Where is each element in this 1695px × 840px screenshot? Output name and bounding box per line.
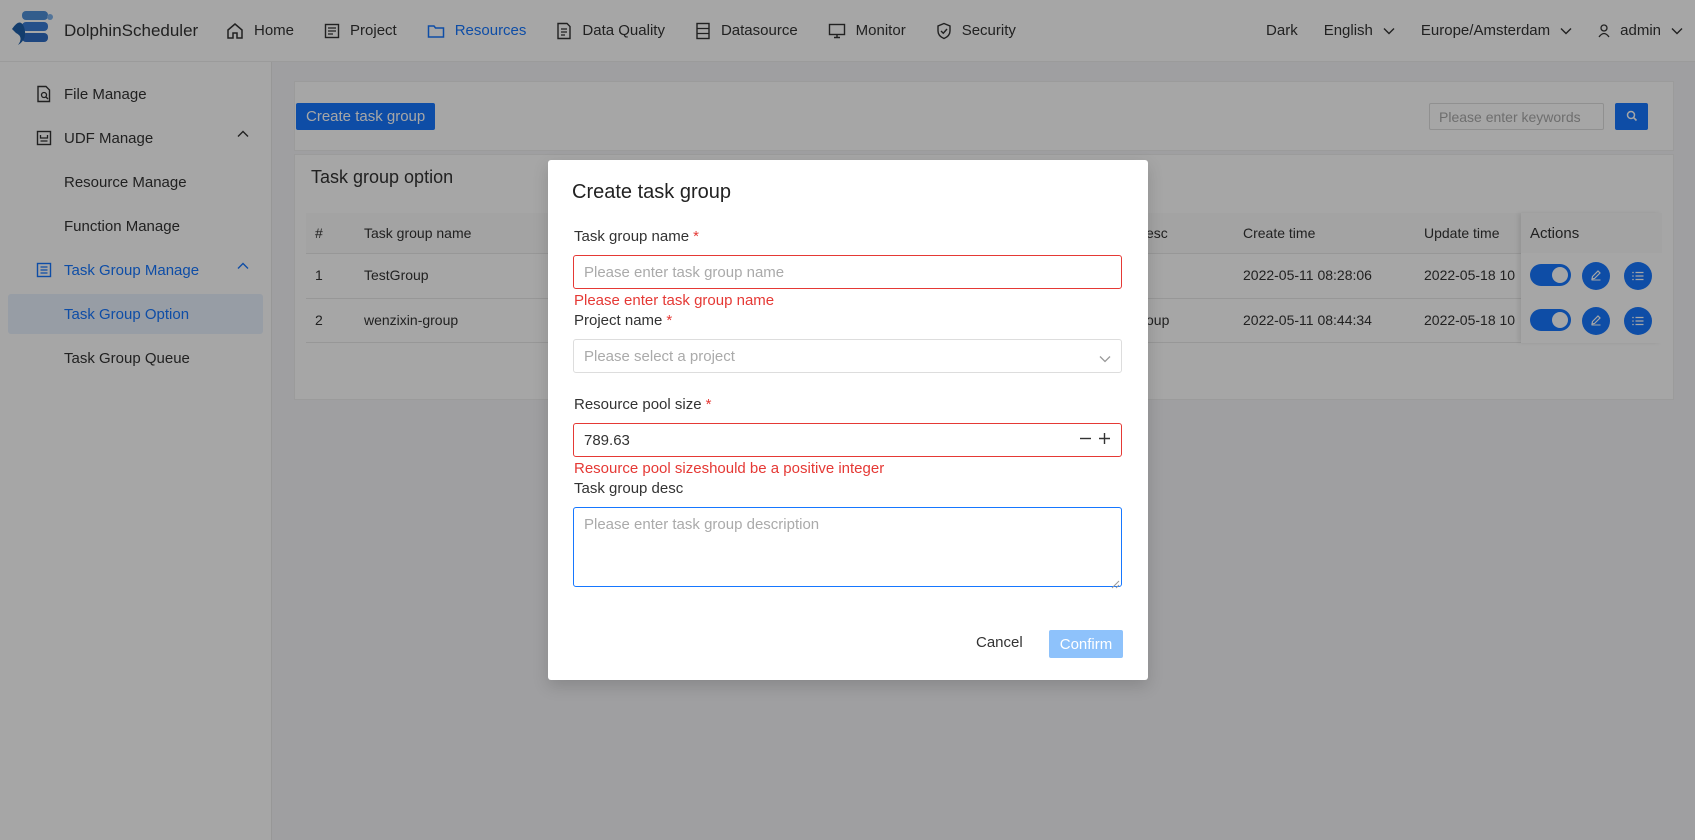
required-mark: * xyxy=(693,228,699,245)
resource-pool-size-error: Resource pool sizeshould be a positive i… xyxy=(574,460,885,477)
minus-icon[interactable] xyxy=(1079,432,1092,449)
resource-pool-size-label: Resource pool size * xyxy=(574,396,711,413)
create-task-group-modal: Create task group Task group name * Pleas… xyxy=(548,160,1148,680)
task-group-name-error: Please enter task group name xyxy=(574,292,775,309)
required-mark: * xyxy=(705,396,712,413)
project-name-label-text: Project name xyxy=(574,312,663,329)
task-group-name-label-text: Task group name xyxy=(574,228,690,245)
resize-grip-icon[interactable] xyxy=(1111,576,1120,589)
project-select-placeholder: Please select a project xyxy=(584,347,735,365)
plus-icon[interactable] xyxy=(1098,432,1111,449)
task-group-name-input[interactable]: Please enter task group name xyxy=(573,255,1122,289)
task-group-desc-label: Task group desc xyxy=(574,480,684,497)
chevron-down-icon xyxy=(1099,350,1111,367)
project-select[interactable]: Please select a project xyxy=(573,339,1122,373)
task-group-desc-placeholder: Please enter task group description xyxy=(584,516,820,533)
resource-pool-size-input[interactable]: 789.63 xyxy=(573,423,1122,457)
confirm-button[interactable]: Confirm xyxy=(1049,630,1123,658)
project-name-label: Project name * xyxy=(574,312,672,329)
cancel-button[interactable]: Cancel xyxy=(970,630,1029,655)
required-mark: * xyxy=(666,312,673,329)
task-group-desc-textarea[interactable]: Please enter task group description xyxy=(573,507,1122,589)
task-group-name-label: Task group name * xyxy=(574,228,699,245)
resource-pool-size-label-text: Resource pool size xyxy=(574,396,702,413)
resource-pool-size-value: 789.63 xyxy=(584,431,630,449)
pool-size-stepper xyxy=(1079,432,1111,449)
modal-title: Create task group xyxy=(572,181,731,203)
